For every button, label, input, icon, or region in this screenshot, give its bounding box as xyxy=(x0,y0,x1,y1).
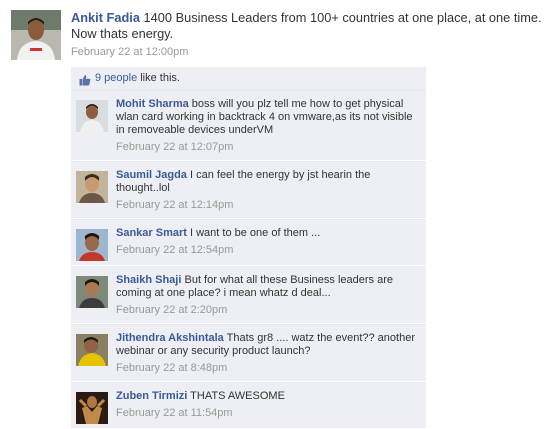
post-body: Ankit Fadia 1400 Business Leaders from 1… xyxy=(71,10,551,59)
commenter-avatar[interactable] xyxy=(76,229,108,261)
post-timestamp[interactable]: February 22 at 12:00pm xyxy=(71,45,551,59)
post-text: 1400 Business Leaders from 100+ countrie… xyxy=(71,10,542,41)
comment-item: Shaikh Shaji But for what all these Busi… xyxy=(71,266,426,324)
comment-content: Zuben Tirmizi THATS AWESOME February 22 … xyxy=(116,390,420,420)
commenter-name-link[interactable]: Zuben Tirmizi xyxy=(116,390,187,402)
commenter-avatar[interactable] xyxy=(76,276,108,308)
likes-count-link[interactable]: 9 people xyxy=(95,67,137,89)
comment-timestamp[interactable]: February 22 at 12:14pm xyxy=(116,198,420,212)
comment-timestamp[interactable]: February 22 at 2:20pm xyxy=(116,303,420,317)
commenter-name-link[interactable]: Mohit Sharma xyxy=(116,98,189,110)
commenter-avatar[interactable] xyxy=(76,100,108,132)
author-avatar[interactable] xyxy=(11,10,61,60)
comment-content: Mohit Sharma boss will you plz tell me h… xyxy=(116,98,420,154)
comment-item: Sankar Smart I want to be one of them ..… xyxy=(71,219,426,266)
comment-content: Shaikh Shaji But for what all these Busi… xyxy=(116,274,420,317)
comment-item: Saumil Jagda I can feel the energy by js… xyxy=(71,161,426,219)
comment-text: I want to be one of them ... xyxy=(190,227,321,239)
commenter-name-link[interactable]: Shaikh Shaji xyxy=(116,274,181,286)
author-name-link[interactable]: Ankit Fadia xyxy=(71,10,140,25)
feedback-panel: 9 people like this. Mohit Sharma boss wi… xyxy=(71,67,426,429)
comment-text: THATS AWESOME xyxy=(190,390,285,402)
comment-content: Jithendra Akshintala Thats gr8 .... watz… xyxy=(116,332,420,375)
commenter-avatar[interactable] xyxy=(76,171,108,203)
comment-content: Sankar Smart I want to be one of them ..… xyxy=(116,227,420,257)
comment-content: Saumil Jagda I can feel the energy by js… xyxy=(116,169,420,212)
news-feed-story: Ankit Fadia 1400 Business Leaders from 1… xyxy=(0,0,556,429)
comment-timestamp[interactable]: February 22 at 12:54pm xyxy=(116,243,420,257)
thumbs-up-icon xyxy=(79,72,91,86)
comment-timestamp[interactable]: February 22 at 11:54pm xyxy=(116,406,420,420)
likes-sentence: 9 people like this. xyxy=(71,67,426,90)
comment-item: Jithendra Akshintala Thats gr8 .... watz… xyxy=(71,324,426,382)
comment-timestamp[interactable]: February 22 at 12:07pm xyxy=(116,140,420,154)
commenter-avatar[interactable] xyxy=(76,334,108,366)
commenter-name-link[interactable]: Sankar Smart xyxy=(116,227,187,239)
commenter-name-link[interactable]: Saumil Jagda xyxy=(116,169,187,181)
comment-timestamp[interactable]: February 22 at 8:48pm xyxy=(116,361,420,375)
commenter-avatar[interactable] xyxy=(76,392,108,424)
likes-suffix: like this. xyxy=(140,72,180,84)
commenter-name-link[interactable]: Jithendra Akshintala xyxy=(116,332,224,344)
comment-item: Zuben Tirmizi THATS AWESOME February 22 … xyxy=(71,382,426,429)
post-message: Ankit Fadia 1400 Business Leaders from 1… xyxy=(71,10,551,42)
comment-item: Mohit Sharma boss will you plz tell me h… xyxy=(71,90,426,161)
